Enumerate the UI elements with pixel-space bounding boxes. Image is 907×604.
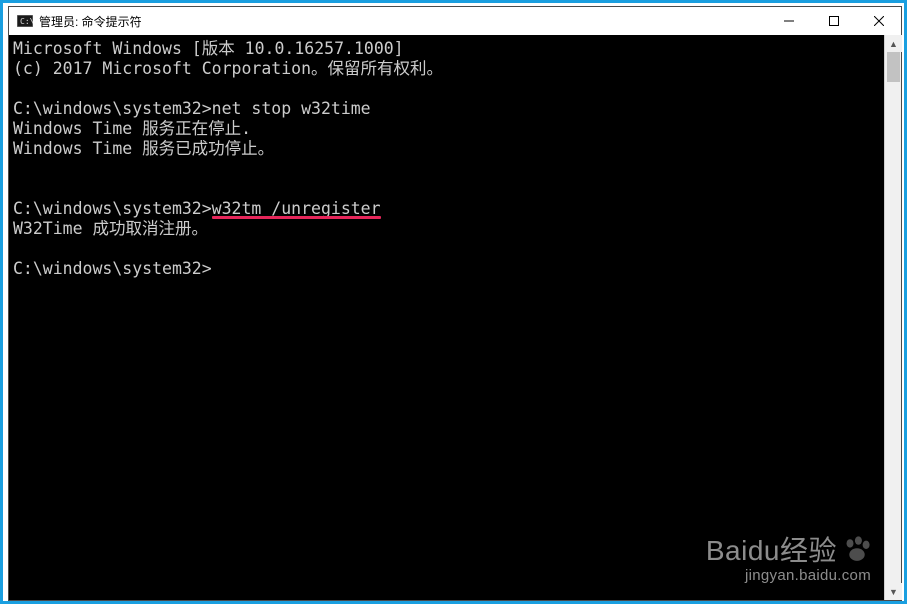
- console-line: Windows Time 服务正在停止.: [13, 119, 884, 139]
- scroll-thumb[interactable]: [887, 52, 900, 82]
- svg-text:C:\: C:\: [20, 17, 33, 26]
- console-line: [13, 179, 884, 199]
- command-prompt-window: C:\ 管理员: 命令提示符 Microsoft Windows [版本 10.…: [8, 6, 902, 601]
- console-line: W32Time 成功取消注册。: [13, 219, 884, 239]
- highlight-underline: [212, 216, 381, 219]
- console-line: C:\windows\system32>: [13, 259, 884, 279]
- console-line: [13, 159, 884, 179]
- scroll-down-arrow[interactable]: ▼: [885, 583, 902, 600]
- screenshot-border: C:\ 管理员: 命令提示符 Microsoft Windows [版本 10.…: [0, 0, 907, 604]
- console-area: Microsoft Windows [版本 10.0.16257.1000](c…: [9, 35, 901, 600]
- close-button[interactable]: [856, 7, 901, 35]
- window-controls: [766, 7, 901, 35]
- console-line: Microsoft Windows [版本 10.0.16257.1000]: [13, 39, 884, 59]
- scroll-up-arrow[interactable]: ▲: [885, 35, 902, 52]
- console-line: [13, 239, 884, 259]
- vertical-scrollbar[interactable]: ▲ ▼: [884, 35, 901, 600]
- window-title: 管理员: 命令提示符: [39, 13, 142, 30]
- maximize-button[interactable]: [811, 7, 856, 35]
- titlebar[interactable]: C:\ 管理员: 命令提示符: [9, 7, 901, 35]
- console-line: C:\windows\system32>net stop w32time: [13, 99, 884, 119]
- console-line: Windows Time 服务已成功停止。: [13, 139, 884, 159]
- console-output[interactable]: Microsoft Windows [版本 10.0.16257.1000](c…: [9, 35, 884, 600]
- console-line: (c) 2017 Microsoft Corporation。保留所有权利。: [13, 59, 884, 79]
- console-line: C:\windows\system32>w32tm /unregister: [13, 199, 884, 219]
- cmd-icon: C:\: [17, 14, 33, 28]
- console-line: [13, 79, 884, 99]
- minimize-button[interactable]: [766, 7, 811, 35]
